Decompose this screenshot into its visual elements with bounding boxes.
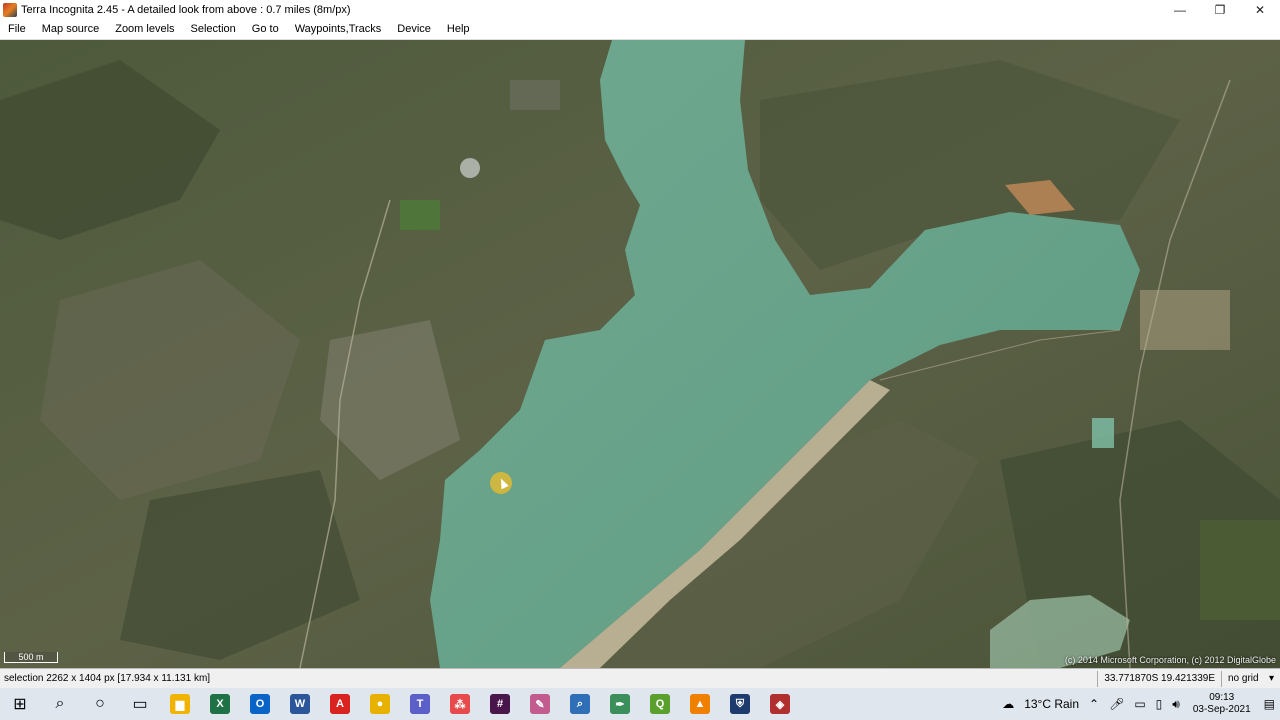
window-title: Terra Incognita 2.45 - A detailed look f… bbox=[21, 3, 351, 16]
magnifier-app-icon: ⌕ bbox=[570, 694, 590, 714]
grid-dropdown-value: no grid bbox=[1228, 673, 1259, 684]
cortana-taskbar-button[interactable]: ○ bbox=[80, 688, 120, 720]
satellite-imagery bbox=[0, 40, 1280, 668]
paint-icon: ✎ bbox=[530, 694, 550, 714]
word-icon: W bbox=[290, 694, 310, 714]
menu-file[interactable]: File bbox=[0, 23, 34, 35]
selection-status: selection 2262 x 1404 px [17.934 x 11.13… bbox=[4, 673, 211, 684]
chrome-taskbar-button[interactable]: ● bbox=[360, 688, 400, 720]
file-explorer-icon: ▆ bbox=[170, 694, 190, 714]
microphone-icon[interactable]: 🎤︎ bbox=[1104, 697, 1129, 711]
task-view-icon: ▭ bbox=[132, 696, 148, 713]
vlc-icon: ▲ bbox=[690, 694, 710, 714]
qgis-icon: Q bbox=[650, 694, 670, 714]
terra-incognita-icon: ◈ bbox=[770, 694, 790, 714]
system-tray: ☁ 13°C Rain ⌃ 🎤︎ ▭ ▯ 🔊︎ 09:13 03-Sep-202… bbox=[997, 688, 1280, 720]
coordinates-readout: 33.771870S 19.421339E bbox=[1097, 670, 1222, 687]
clock[interactable]: 09:13 03-Sep-2021 bbox=[1185, 692, 1259, 716]
file-explorer-taskbar-button[interactable]: ▆ bbox=[160, 688, 200, 720]
menu-selection[interactable]: Selection bbox=[183, 23, 244, 35]
scale-bar: 500 m bbox=[4, 652, 58, 663]
outlook-icon: O bbox=[250, 694, 270, 714]
menu-zoom-levels[interactable]: Zoom levels bbox=[107, 23, 182, 35]
shield-app-taskbar-button[interactable]: ⛨ bbox=[720, 688, 760, 720]
slack-icon: # bbox=[490, 694, 510, 714]
clock-time: 09:13 bbox=[1209, 692, 1235, 703]
cortana-icon: ○ bbox=[95, 695, 105, 712]
volume-icon[interactable]: 🔊︎ bbox=[1167, 697, 1185, 712]
task-view-taskbar-button[interactable]: ▭ bbox=[120, 688, 160, 720]
search-icon: ⌕ bbox=[55, 695, 65, 712]
minimize-button[interactable]: — bbox=[1160, 0, 1200, 19]
chevron-down-icon: ▾ bbox=[1268, 673, 1274, 684]
tray-chevron-up-icon[interactable]: ⌃ bbox=[1084, 697, 1104, 711]
map-copyright: (c) 2014 Microsoft Corporation, (c) 2012… bbox=[1064, 655, 1276, 665]
acrobat-icon: A bbox=[330, 694, 350, 714]
terra-incognita-taskbar-button[interactable]: ◈ bbox=[760, 688, 800, 720]
excel-taskbar-button[interactable]: X bbox=[200, 688, 240, 720]
close-button[interactable]: ✕ bbox=[1240, 0, 1280, 19]
title-bar: Terra Incognita 2.45 - A detailed look f… bbox=[0, 0, 1280, 19]
teams-icon: T bbox=[410, 694, 430, 714]
dots-app-taskbar-button[interactable]: ⁂ bbox=[440, 688, 480, 720]
menu-bar: File Map source Zoom levels Selection Go… bbox=[0, 19, 1280, 40]
menu-go-to[interactable]: Go to bbox=[244, 23, 287, 35]
outlook-taskbar-button[interactable]: O bbox=[240, 688, 280, 720]
pen-app-taskbar-button[interactable]: ✒ bbox=[600, 688, 640, 720]
status-bar: selection 2262 x 1404 px [17.934 x 11.13… bbox=[0, 668, 1280, 688]
slack-taskbar-button[interactable]: # bbox=[480, 688, 520, 720]
clock-date: 03-Sep-2021 bbox=[1192, 704, 1251, 715]
grid-dropdown[interactable]: no grid ▾ bbox=[1222, 673, 1280, 684]
menu-device[interactable]: Device bbox=[389, 23, 439, 35]
dots-app-icon: ⁂ bbox=[450, 694, 470, 714]
shield-app-icon: ⛨ bbox=[730, 694, 750, 714]
chrome-icon: ● bbox=[370, 694, 390, 714]
acrobat-taskbar-button[interactable]: A bbox=[320, 688, 360, 720]
windows-taskbar: ⊞ ⌕ ○ ▭ ▆ X O W A ● T ⁂ # ✎ ⌕ ✒ Q ▲ ⛨ ◈ ☁ 13°C Rain ⌃ 🎤︎ ▭ … bbox=[0, 688, 1280, 720]
pen-app-icon: ✒ bbox=[610, 694, 630, 714]
menu-help[interactable]: Help bbox=[439, 23, 478, 35]
maximize-button[interactable]: ❐ bbox=[1200, 0, 1240, 19]
notifications-icon[interactable]: ▤ bbox=[1259, 697, 1280, 711]
teams-taskbar-button[interactable]: T bbox=[400, 688, 440, 720]
excel-icon: X bbox=[210, 694, 230, 714]
word-taskbar-button[interactable]: W bbox=[280, 688, 320, 720]
start-icon: ⊞ bbox=[13, 696, 27, 713]
qgis-taskbar-button[interactable]: Q bbox=[640, 688, 680, 720]
network-icon[interactable]: ▯ bbox=[1151, 697, 1168, 711]
battery-icon[interactable]: ▭ bbox=[1129, 697, 1150, 711]
paint-taskbar-button[interactable]: ✎ bbox=[520, 688, 560, 720]
weather-label[interactable]: 13°C Rain bbox=[1019, 697, 1084, 711]
satellite-map-view[interactable] bbox=[0, 40, 1280, 668]
menu-map-source[interactable]: Map source bbox=[34, 23, 107, 35]
app-icon bbox=[3, 2, 17, 17]
weather-icon[interactable]: ☁ bbox=[997, 697, 1019, 711]
menu-waypoints-tracks[interactable]: Waypoints,Tracks bbox=[287, 23, 390, 35]
search-taskbar-button[interactable]: ⌕ bbox=[40, 688, 80, 720]
magnifier-app-taskbar-button[interactable]: ⌕ bbox=[560, 688, 600, 720]
vlc-taskbar-button[interactable]: ▲ bbox=[680, 688, 720, 720]
start-taskbar-button[interactable]: ⊞ bbox=[0, 688, 40, 720]
